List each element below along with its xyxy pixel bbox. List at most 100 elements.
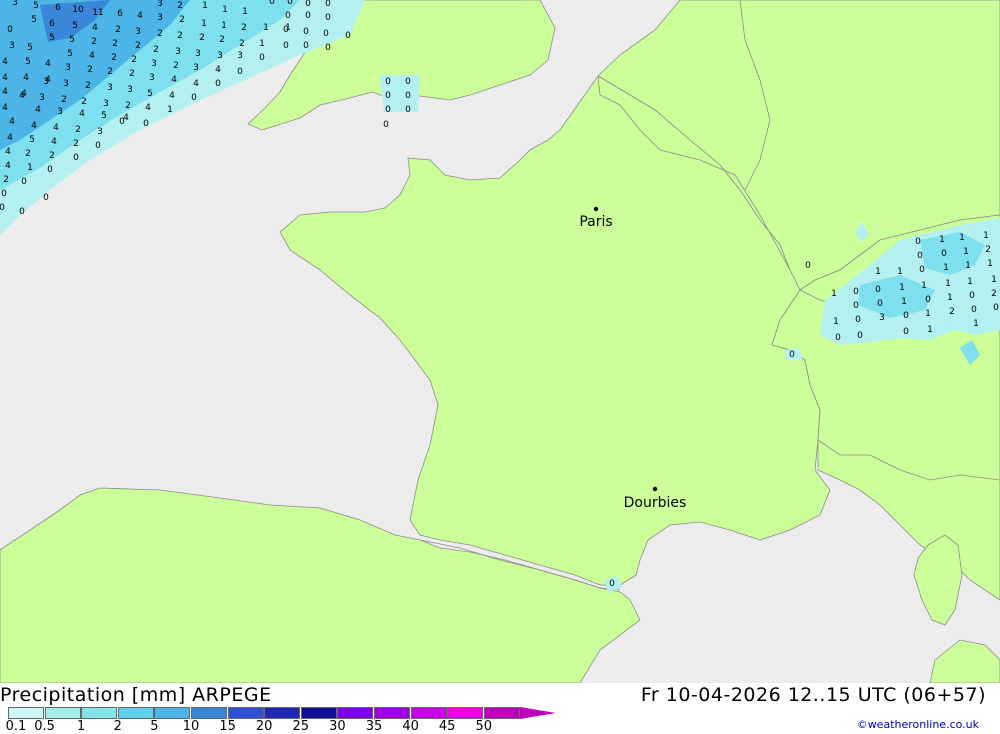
svg-text:0: 0 — [877, 299, 883, 309]
svg-text:4: 4 — [193, 79, 199, 89]
svg-text:0: 0 — [917, 251, 923, 261]
svg-text:0: 0 — [855, 315, 861, 325]
svg-text:1: 1 — [965, 261, 971, 271]
svg-text:0: 0 — [857, 331, 863, 341]
svg-text:3: 3 — [157, 13, 163, 23]
svg-text:0: 0 — [385, 77, 391, 87]
svg-text:4: 4 — [7, 133, 13, 143]
svg-text:1: 1 — [901, 297, 907, 307]
legend-label: 30 — [329, 719, 346, 734]
svg-text:10: 10 — [72, 5, 84, 15]
svg-text:1: 1 — [899, 283, 905, 293]
svg-text:2: 2 — [153, 45, 159, 55]
svg-text:2: 2 — [219, 35, 225, 45]
legend-swatch — [337, 707, 374, 719]
legend-swatch — [374, 707, 410, 719]
svg-text:4: 4 — [53, 123, 59, 133]
svg-text:0: 0 — [119, 117, 125, 127]
legend-label: 45 — [438, 719, 456, 734]
svg-text:3: 3 — [103, 99, 109, 109]
svg-text:5: 5 — [27, 43, 33, 53]
credit-link[interactable]: ©weatheronline.co.uk — [857, 718, 979, 731]
svg-text:1: 1 — [963, 247, 969, 257]
svg-text:4: 4 — [169, 91, 175, 101]
svg-text:0: 0 — [1, 189, 7, 199]
svg-text:0: 0 — [47, 165, 53, 175]
svg-text:3: 3 — [97, 127, 103, 137]
svg-text:0: 0 — [303, 27, 309, 37]
svg-text:3: 3 — [65, 63, 71, 73]
svg-text:0: 0 — [609, 579, 615, 589]
svg-text:4: 4 — [92, 23, 98, 33]
svg-text:4: 4 — [9, 117, 15, 127]
legend-arrow — [520, 707, 557, 719]
svg-text:5: 5 — [29, 135, 35, 145]
svg-text:1: 1 — [973, 319, 979, 329]
svg-text:1: 1 — [27, 163, 33, 173]
footer: Precipitation [mm] ARPEGE Fr 10-04-2026 … — [0, 683, 1000, 734]
legend-swatch — [8, 707, 44, 719]
svg-text:1: 1 — [939, 235, 945, 245]
svg-text:3: 3 — [151, 59, 157, 69]
svg-text:5: 5 — [72, 21, 78, 31]
svg-text:0: 0 — [325, 13, 331, 23]
svg-text:2: 2 — [61, 95, 67, 105]
svg-text:0: 0 — [969, 291, 975, 301]
svg-text:0: 0 — [903, 327, 909, 337]
svg-text:0: 0 — [919, 265, 925, 275]
legend-label: 2 — [113, 719, 122, 734]
svg-text:0: 0 — [215, 79, 221, 89]
svg-text:4: 4 — [137, 11, 143, 21]
svg-text:2: 2 — [157, 29, 163, 39]
legend-swatch — [264, 707, 301, 719]
svg-text:1: 1 — [259, 39, 265, 49]
svg-text:0: 0 — [95, 141, 101, 151]
forecast-datetime: Fr 10-04-2026 12..15 UTC (06+57) — [640, 684, 986, 706]
svg-text:0: 0 — [259, 53, 265, 63]
svg-text:2: 2 — [179, 15, 185, 25]
svg-text:4: 4 — [51, 137, 57, 147]
svg-text:0: 0 — [0, 203, 5, 213]
svg-text:4: 4 — [2, 87, 8, 97]
svg-text:2: 2 — [49, 151, 55, 161]
svg-text:0: 0 — [143, 119, 149, 129]
svg-text:1: 1 — [831, 289, 837, 299]
svg-text:0: 0 — [789, 350, 795, 360]
svg-text:1: 1 — [943, 263, 949, 273]
svg-text:5: 5 — [101, 111, 107, 121]
legend-label: 15 — [219, 719, 236, 734]
svg-text:2: 2 — [73, 139, 79, 149]
svg-text:1: 1 — [945, 279, 951, 289]
svg-text:3: 3 — [193, 63, 199, 73]
legend-label: 5 — [150, 719, 159, 734]
svg-text:1: 1 — [222, 5, 228, 15]
svg-text:3: 3 — [63, 79, 69, 89]
svg-text:3: 3 — [175, 47, 181, 57]
svg-text:5: 5 — [147, 89, 153, 99]
svg-text:1: 1 — [947, 293, 953, 303]
svg-text:2: 2 — [3, 175, 9, 185]
svg-text:2: 2 — [241, 23, 247, 33]
svg-text:3: 3 — [12, 0, 18, 8]
legend-label: 1 — [77, 719, 86, 734]
svg-text:0: 0 — [835, 333, 841, 343]
svg-text:2: 2 — [991, 289, 997, 299]
svg-text:0: 0 — [345, 31, 351, 41]
legend-label: 10 — [182, 719, 200, 734]
svg-text:1: 1 — [983, 231, 989, 241]
svg-text:3: 3 — [217, 51, 223, 61]
svg-text:2: 2 — [91, 37, 97, 47]
svg-text:5: 5 — [67, 49, 73, 59]
svg-text:1: 1 — [263, 23, 269, 33]
svg-text:6: 6 — [55, 3, 61, 13]
legend-swatch — [117, 707, 154, 719]
svg-text:0: 0 — [941, 249, 947, 259]
svg-text:0: 0 — [19, 207, 25, 217]
svg-text:0: 0 — [7, 25, 13, 35]
svg-text:1: 1 — [991, 275, 997, 285]
svg-text:2: 2 — [177, 31, 183, 41]
svg-text:0: 0 — [303, 41, 309, 51]
precipitation-map[interactable]: 3 5 6 10 11 6 43 2 1 1 1 5 6 5 4 2 33 2 1 1 2 1 1 03 55 5 2 2 22 2 2… — [0, 0, 1000, 683]
legend-swatch — [81, 707, 118, 719]
svg-text:0: 0 — [405, 77, 411, 87]
